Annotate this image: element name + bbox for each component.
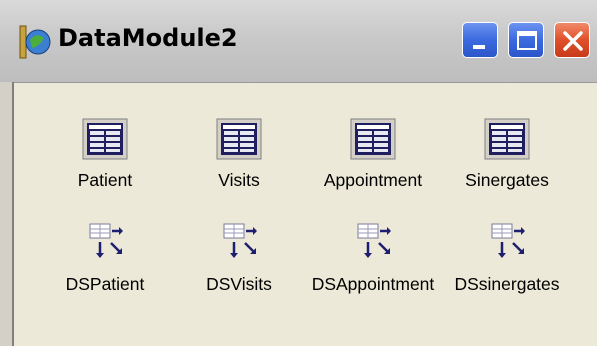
component-label: Patient [77, 170, 133, 190]
datamodule-icon [19, 25, 51, 59]
datamodule-window: DataModule2 Patient Visits Appointment S… [0, 0, 597, 346]
close-icon [563, 31, 583, 51]
component-sinergates[interactable]: Sinergates [437, 116, 577, 191]
minimize-icon [473, 45, 485, 49]
table-icon [82, 118, 128, 160]
table-icon [484, 118, 530, 160]
window-left-border [0, 82, 14, 346]
component-label: Visits [218, 170, 260, 190]
datasource-icon [491, 223, 525, 258]
component-dsvisits[interactable]: DSVisits [169, 220, 309, 295]
component-dspatient[interactable]: DSPatient [35, 220, 175, 295]
component-label: DSVisits [206, 274, 272, 294]
datasource-icon [89, 223, 123, 258]
window-title: DataModule2 [58, 24, 238, 52]
maximize-icon [517, 31, 537, 50]
component-dsappointment[interactable]: DSAppointment [303, 220, 443, 295]
component-visits[interactable]: Visits [169, 116, 309, 191]
component-patient[interactable]: Patient [35, 116, 175, 191]
component-label: DSsinergates [454, 274, 560, 294]
component-appointment[interactable]: Appointment [303, 116, 443, 191]
close-button[interactable] [554, 22, 590, 58]
table-icon [216, 118, 262, 160]
table-icon [350, 118, 396, 160]
datamodule-design-surface[interactable]: Patient Visits Appointment Sinergates DS… [14, 86, 597, 346]
maximize-button[interactable] [508, 22, 544, 58]
component-label: Appointment [323, 170, 423, 190]
component-label: DSAppointment [311, 274, 435, 294]
title-bar[interactable]: DataModule2 [0, 0, 597, 83]
datasource-icon [357, 223, 391, 258]
datasource-icon [223, 223, 257, 258]
component-label: Sinergates [465, 170, 549, 190]
component-dssinergates[interactable]: DSsinergates [437, 220, 577, 295]
component-label: DSPatient [65, 274, 145, 294]
minimize-button[interactable] [462, 22, 498, 58]
